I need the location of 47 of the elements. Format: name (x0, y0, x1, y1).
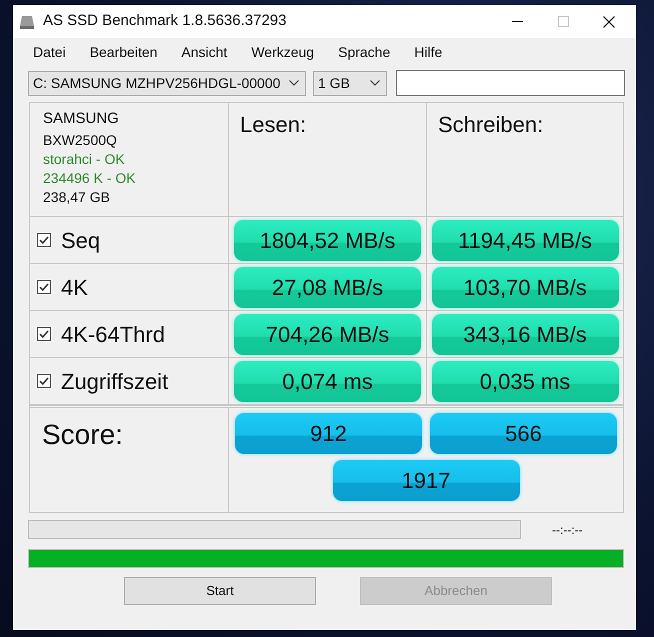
drive-dropdown[interactable]: C: SAMSUNG MZHPV256HDGL-00000 (28, 70, 306, 96)
size-dropdown[interactable]: 1 GB (313, 70, 387, 96)
start-button[interactable]: Start (124, 577, 316, 605)
drive-info-line: storahci - OK (43, 150, 126, 169)
input-field[interactable] (396, 70, 625, 96)
minimize-icon (512, 21, 522, 22)
write-result: 343,16 MB/s (432, 314, 618, 354)
menu-item[interactable]: Datei (23, 42, 76, 62)
drive-info-line: 238,47 GB (43, 188, 111, 207)
checkbox-checked-icon[interactable] (37, 374, 51, 388)
read-result: 27,08 MB/s (234, 266, 421, 308)
close-icon (603, 16, 615, 28)
test-name: 4K (61, 274, 88, 302)
chevron-down-icon (289, 80, 299, 86)
drive-info-line: SAMSUNG (43, 109, 120, 128)
test-name: Seq (61, 226, 100, 255)
window-title: AS SSD Benchmark 1.8.5636.37293 (43, 11, 286, 32)
column-header: Schreiben: (438, 112, 544, 137)
drive-name: C: SAMSUNG MZHPV256HDGL-00000 (33, 74, 280, 92)
total-score: 1917 (332, 460, 520, 501)
checkbox-checked-icon[interactable] (37, 233, 51, 247)
drive-info-line: BXW2500Q (43, 131, 118, 150)
checkbox-checked-icon[interactable] (37, 327, 51, 341)
test-name: Zugriffszeit (61, 368, 168, 396)
menu-item[interactable]: Bearbeiten (80, 42, 168, 62)
read-result: 0,074 ms (234, 360, 421, 402)
test-size: 1 GB (318, 74, 350, 92)
write-result: 0,035 ms (432, 360, 618, 402)
write-score: 566 (430, 413, 617, 454)
menu-item[interactable]: Hilfe (404, 42, 452, 62)
elapsed-time: --:--:-- (552, 522, 583, 538)
test-name: 4K-64Thrd (61, 320, 165, 348)
drive-icon (19, 14, 35, 28)
maximize-icon (558, 16, 568, 27)
read-result: 1804,52 MB/s (234, 220, 421, 260)
checkbox-checked-icon[interactable] (37, 280, 51, 294)
menu-item[interactable]: Werkzeug (241, 42, 324, 62)
read-score: 912 (235, 413, 422, 454)
menu-item[interactable]: Ansicht (171, 42, 238, 62)
read-result: 704,26 MB/s (234, 314, 421, 354)
drive-info-line: 234496 K - OK (43, 169, 137, 188)
column-header: Lesen: (240, 112, 306, 137)
menu-item[interactable]: Sprache (328, 42, 400, 62)
chevron-down-icon (370, 80, 380, 86)
write-result: 1194,45 MB/s (432, 220, 618, 260)
write-result: 103,70 MB/s (432, 266, 618, 308)
score-label: Score: (42, 419, 123, 450)
